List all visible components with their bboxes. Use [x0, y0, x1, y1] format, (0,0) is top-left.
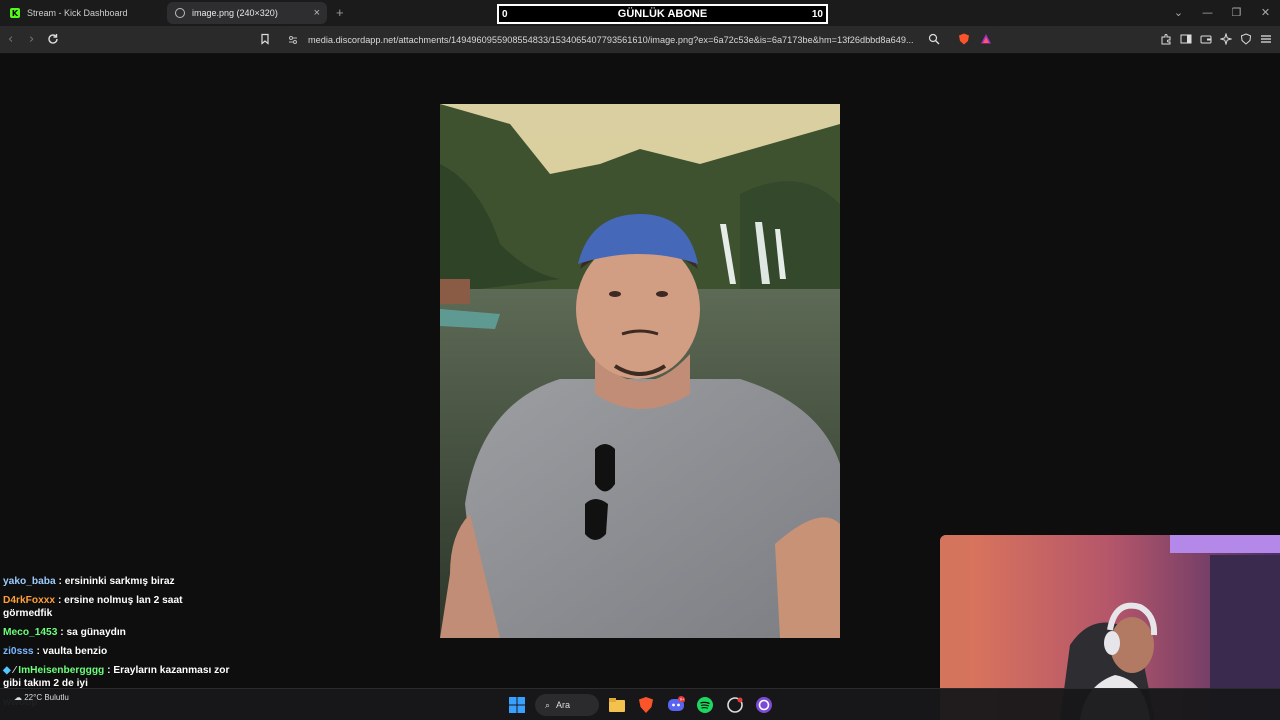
- wallet-icon[interactable]: [1200, 33, 1212, 45]
- sidebar-icon[interactable]: [1180, 33, 1192, 45]
- subscriber-goal-counter: 0 GÜNLÜK ABONE 10: [497, 4, 828, 24]
- url-text: media.discordapp.net/attachments/1494960…: [308, 35, 914, 45]
- zoom-icon[interactable]: [928, 33, 940, 45]
- taskbar-search[interactable]: ⌕ Ara: [535, 694, 599, 716]
- file-explorer-icon[interactable]: [608, 696, 626, 714]
- cloud-icon: ☁: [14, 693, 22, 702]
- close-window-button[interactable]: ✕: [1251, 0, 1280, 26]
- menu-icon[interactable]: [1260, 33, 1272, 45]
- badge-icon: ◆: [3, 665, 11, 676]
- leo-ai-icon[interactable]: [1220, 33, 1232, 45]
- discord-icon[interactable]: 9+: [667, 696, 685, 714]
- back-icon[interactable]: ‹: [8, 32, 13, 47]
- chat-text: : ersininki sarkmış biraz: [58, 576, 175, 587]
- brave-shield-icon[interactable]: [958, 33, 970, 45]
- screen: K Stream - Kick Dashboard image.png (240…: [0, 0, 1280, 720]
- chat-message: yako_baba : ersininki sarkmış biraz: [3, 575, 233, 588]
- tab-search-icon[interactable]: ⌄: [1164, 0, 1193, 26]
- chat-message: D4rkFoxxx : ersine nolmuş lan 2 saat gör…: [3, 594, 233, 620]
- search-label: Ara: [556, 700, 571, 710]
- chat-username: Meco_1453: [3, 627, 58, 638]
- chat-username: zi0sss: [3, 646, 34, 657]
- tab-title: image.png (240×320): [192, 8, 278, 18]
- selfie-photo: [440, 104, 840, 638]
- bookmark-icon[interactable]: [259, 33, 271, 45]
- discord-badge: 9+: [680, 697, 685, 702]
- vpn-shield-icon[interactable]: [1240, 33, 1252, 45]
- counter-title: GÜNLÜK ABONE: [617, 8, 708, 20]
- weather-desc: Bulutlu: [44, 693, 69, 702]
- chat-message: Meco_1453 : sa günaydın: [3, 626, 233, 639]
- tab-kick-dashboard[interactable]: K Stream - Kick Dashboard: [2, 2, 166, 24]
- forward-icon[interactable]: ›: [29, 32, 34, 47]
- windows-taskbar: ☁ 22°C Bulutlu ⌕ Ara 9+: [0, 688, 1280, 720]
- brave-rewards-icon[interactable]: [980, 33, 992, 45]
- steelseries-icon[interactable]: [726, 696, 744, 714]
- globe-icon: [175, 8, 185, 18]
- chat-text: : sa günaydın: [60, 627, 126, 638]
- chat-message: ◆ ⁄ ImHeisenbergggg : Erayların kazanmas…: [3, 664, 233, 690]
- weather-widget[interactable]: ☁ 22°C Bulutlu: [14, 693, 69, 702]
- minimize-button[interactable]: —: [1193, 0, 1222, 26]
- obs-icon[interactable]: [755, 696, 773, 714]
- displayed-image: [440, 104, 840, 638]
- tab-image[interactable]: image.png (240×320) ×: [167, 2, 327, 24]
- chat-text: : vaulta benzio: [36, 646, 108, 657]
- close-tab-icon[interactable]: ×: [314, 7, 320, 19]
- window-controls: ⌄ — ❐ ✕: [1164, 0, 1280, 26]
- kick-icon: K: [10, 8, 20, 18]
- restore-button[interactable]: ❐: [1222, 0, 1251, 26]
- site-info-icon[interactable]: [288, 35, 298, 45]
- extensions-icon[interactable]: [1160, 33, 1172, 45]
- new-tab-button[interactable]: +: [336, 5, 344, 20]
- spotify-icon[interactable]: [696, 696, 714, 714]
- address-bar[interactable]: media.discordapp.net/attachments/1494960…: [280, 30, 1000, 50]
- reload-icon[interactable]: [47, 33, 59, 45]
- chat-message: zi0sss : vaulta benzio: [3, 645, 233, 658]
- chat-username: yako_baba: [3, 576, 56, 587]
- chat-username: ImHeisenbergggg: [18, 665, 105, 676]
- weather-temp: 22°C: [24, 693, 43, 702]
- browser-toolbar: ‹ › media.discordapp.net/attachments/149…: [0, 26, 1280, 54]
- chat-username: D4rkFoxxx: [3, 595, 56, 606]
- brave-browser-icon[interactable]: [637, 696, 655, 714]
- tab-title: Stream - Kick Dashboard: [27, 8, 128, 18]
- search-icon: ⌕: [545, 699, 551, 710]
- windows-start-icon[interactable]: [508, 696, 526, 714]
- pencil-badge-icon: ⁄: [13, 665, 16, 676]
